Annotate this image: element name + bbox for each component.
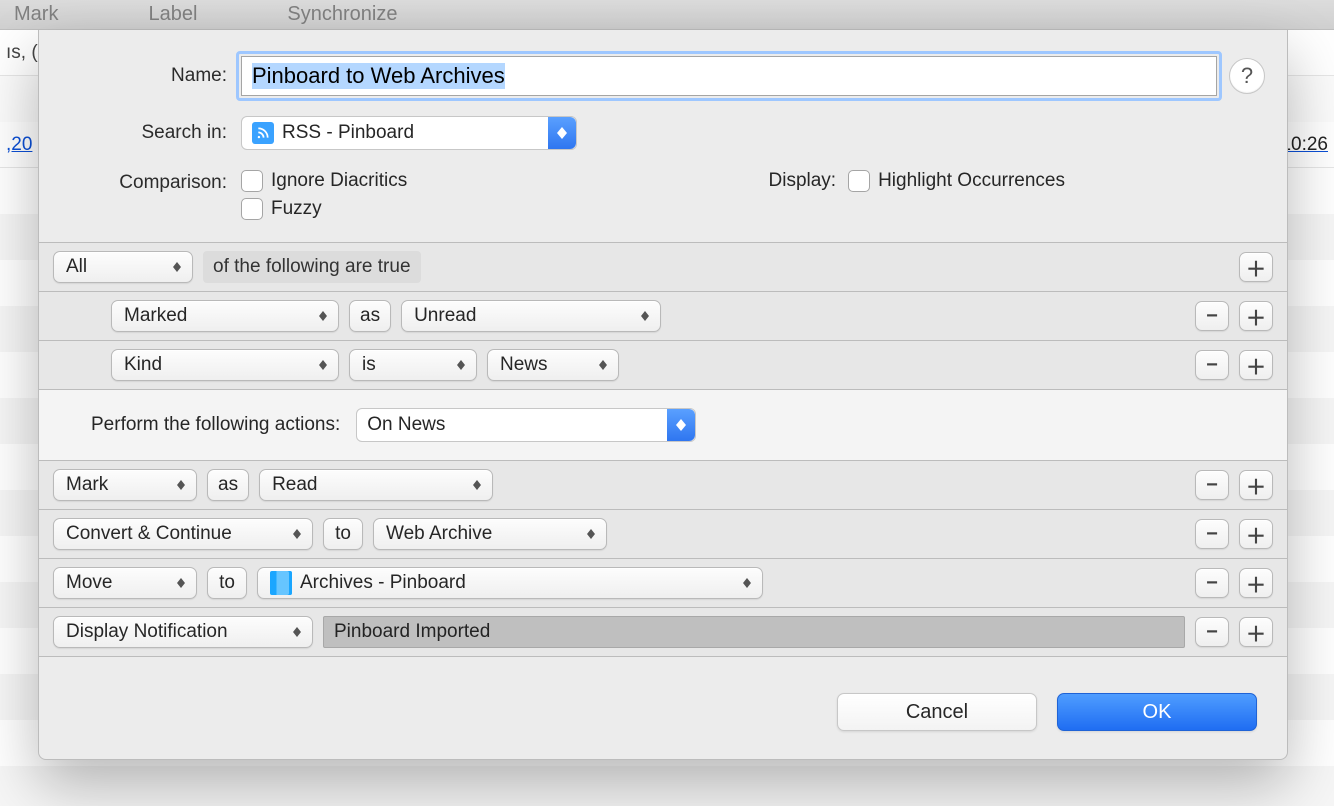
predicate-attribute-select[interactable]: Kind — [111, 349, 339, 381]
add-rule-button[interactable]: ＋ — [1239, 252, 1273, 282]
action-destination-select[interactable]: Archives - Pinboard — [257, 567, 763, 599]
fuzzy-checkbox[interactable]: Fuzzy — [241, 198, 407, 220]
search-in-value: RSS - Pinboard — [282, 122, 540, 144]
combiner-select[interactable]: All — [53, 251, 193, 283]
perform-actions-row: Perform the following actions: On News — [39, 390, 1287, 461]
add-rule-button[interactable]: ＋ — [1239, 350, 1273, 380]
bg-toolbar-item[interactable]: Synchronize — [287, 3, 397, 26]
database-icon — [270, 571, 292, 595]
chevron-up-down-icon — [454, 360, 468, 370]
action-value-select[interactable]: Read — [259, 469, 493, 501]
remove-rule-button[interactable]: − — [1195, 350, 1229, 380]
add-action-button[interactable]: ＋ — [1239, 617, 1273, 647]
remove-rule-button[interactable]: − — [1195, 301, 1229, 331]
rss-icon — [252, 122, 274, 144]
chevron-up-down-icon — [290, 627, 304, 637]
action-type-select[interactable]: Move — [53, 567, 197, 599]
action-operator-label: to — [323, 518, 363, 550]
chevron-up-down-icon — [470, 480, 484, 490]
checkbox-icon — [241, 170, 263, 192]
predicate-row: Kind is News − — [39, 341, 1287, 390]
ok-button[interactable]: OK — [1057, 693, 1257, 731]
action-type-select[interactable]: Convert & Continue — [53, 518, 313, 550]
name-input[interactable] — [241, 56, 1217, 96]
action-operator-label: as — [207, 469, 249, 501]
add-action-button[interactable]: ＋ — [1239, 568, 1273, 598]
bg-toolbar-item[interactable]: Mark — [14, 3, 58, 26]
remove-action-button[interactable]: − — [1195, 519, 1229, 549]
add-rule-button[interactable]: ＋ — [1239, 301, 1273, 331]
search-in-label: Search in: — [61, 122, 241, 144]
action-type-select[interactable]: Display Notification — [53, 616, 313, 648]
perform-actions-label: Perform the following actions: — [91, 414, 340, 436]
predicate-operator-select[interactable]: is — [349, 349, 477, 381]
name-label: Name: — [61, 65, 241, 87]
bg-toolbar-item[interactable]: Label — [148, 3, 197, 26]
action-row: Convert & Continue to Web Archive − ＋ — [39, 510, 1287, 559]
remove-action-button[interactable]: − — [1195, 568, 1229, 598]
search-in-select[interactable]: RSS - Pinboard — [241, 116, 577, 150]
help-icon: ? — [1241, 63, 1253, 89]
chevron-up-down-icon — [584, 529, 598, 539]
predicate-row: Marked as Unread − ＋ — [39, 292, 1287, 341]
notification-text-field[interactable]: Pinboard Imported — [323, 616, 1185, 648]
chevron-up-down-icon — [174, 480, 188, 490]
predicate-value-select[interactable]: Unread — [401, 300, 661, 332]
add-action-button[interactable]: ＋ — [1239, 470, 1273, 500]
chevron-up-down-icon — [596, 360, 610, 370]
action-type-select[interactable]: Mark — [53, 469, 197, 501]
action-row: Display Notification Pinboard Imported −… — [39, 608, 1287, 657]
display-label: Display: — [769, 170, 837, 192]
chevron-up-down-icon — [740, 578, 754, 588]
chevron-up-down-icon — [638, 311, 652, 321]
remove-action-button[interactable]: − — [1195, 617, 1229, 647]
help-button[interactable]: ? — [1229, 58, 1265, 94]
action-row: Mark as Read − ＋ — [39, 461, 1287, 510]
action-value-select[interactable]: Web Archive — [373, 518, 607, 550]
chevron-up-down-icon — [174, 578, 188, 588]
predicate-attribute-select[interactable]: Marked — [111, 300, 339, 332]
chevron-up-down-icon — [290, 529, 304, 539]
smart-rule-dialog: Name: ? Search in: RSS - Pinboard — [38, 30, 1288, 760]
predicate-combiner-row: All of the following are true ＋ — [39, 243, 1287, 292]
action-operator-label: to — [207, 567, 247, 599]
checkbox-icon — [241, 198, 263, 220]
predicate-operator-label: as — [349, 300, 391, 332]
chevron-up-down-icon — [316, 360, 330, 370]
action-row: Move to Archives - Pinboard − ＋ — [39, 559, 1287, 608]
background-toolbar: Mark Label Synchronize — [0, 0, 1334, 30]
chevron-up-down-icon — [170, 262, 184, 272]
comparison-label: Comparison: — [61, 170, 241, 194]
chevron-up-down-icon — [667, 409, 695, 441]
perform-on-select[interactable]: On News — [356, 408, 696, 442]
chevron-up-down-icon — [316, 311, 330, 321]
highlight-occurrences-checkbox[interactable]: Highlight Occurrences — [848, 170, 1065, 192]
combiner-suffix: of the following are true — [203, 251, 421, 283]
predicate-value-select[interactable]: News — [487, 349, 619, 381]
add-action-button[interactable]: ＋ — [1239, 519, 1273, 549]
chevron-up-down-icon — [548, 117, 576, 149]
ignore-diacritics-checkbox[interactable]: Ignore Diacritics — [241, 170, 407, 192]
remove-action-button[interactable]: − — [1195, 470, 1229, 500]
cancel-button[interactable]: Cancel — [837, 693, 1037, 731]
checkbox-icon — [848, 170, 870, 192]
